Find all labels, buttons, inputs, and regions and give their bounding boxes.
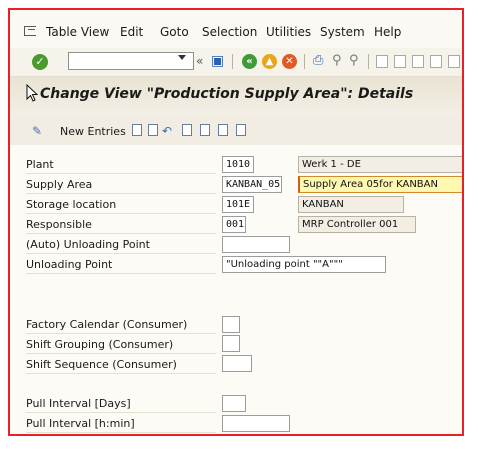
menu-selection[interactable]: Selection [202,24,257,40]
collapse-arrows-icon[interactable]: « [196,53,203,69]
plant-field[interactable]: 1010 [222,156,254,173]
title-bar: Change View "Production Supply Area": De… [10,77,462,115]
shift-sequence-label: Shift Sequence (Consumer) [26,357,216,374]
storage-location-label: Storage location [26,197,216,214]
select-all-icon[interactable] [218,124,228,136]
menu-utilities[interactable]: Utilities [266,24,311,40]
chevron-down-icon[interactable] [178,55,186,60]
cancel-icon[interactable]: ✕ [282,54,297,69]
factory-calendar-label: Factory Calendar (Consumer) [26,317,216,334]
find-icon[interactable]: ⚲ [332,53,342,69]
toolbar-separator [368,54,369,69]
new-session-icon[interactable] [448,55,460,68]
factory-calendar-field[interactable] [222,316,240,333]
next-entry-icon[interactable] [200,124,210,136]
menu-system[interactable]: System [320,24,365,40]
responsible-label: Responsible [26,217,216,234]
detail-form: Plant 1010 Werk 1 - DE Supply Area KANBA… [10,145,462,434]
pull-interval-hmin-field[interactable] [222,415,290,432]
system-menu-icon[interactable] [24,26,36,36]
storage-location-field[interactable]: 101E [222,196,254,213]
pull-interval-days-label: Pull Interval [Days] [26,396,216,413]
enter-icon[interactable]: ✓ [32,54,48,70]
storage-location-description: KANBAN [298,196,404,213]
page-title: Change View "Production Supply Area": De… [40,86,414,102]
responsible-field[interactable]: 001 [222,216,246,233]
undo-change-icon[interactable]: ↶ [162,123,172,139]
unloading-point-label: Unloading Point [26,257,216,274]
menu-help[interactable]: Help [374,24,401,40]
responsible-description: MRP Controller 001 [298,216,416,233]
supply-area-field[interactable]: KANBAN_05 [222,176,282,193]
pull-interval-hmin-label: Pull Interval [h:min] [26,416,216,433]
toolbar-separator [232,54,233,69]
save-icon[interactable]: ▣ [211,53,224,69]
menu-edit[interactable]: Edit [120,24,143,40]
find-next-icon[interactable]: ⚲ [349,53,359,69]
new-entries-button[interactable]: New Entries [60,125,126,138]
standard-toolbar: ✓ « ▣ « ▲ ✕ ⎙ ⚲ ⚲ [10,48,462,77]
shift-sequence-field[interactable] [222,355,252,372]
last-page-icon[interactable] [430,55,442,68]
print-icon[interactable]: ⎙ [313,53,323,69]
back-icon[interactable]: « [242,54,257,69]
auto-unloading-point-field[interactable] [222,236,290,253]
exit-icon[interactable]: ▲ [262,54,277,69]
menu-table-view[interactable]: Table View [46,24,109,40]
shift-grouping-label: Shift Grouping (Consumer) [26,337,216,354]
unloading-point-field[interactable]: "Unloading point ""A""" [222,256,386,273]
copy-as-icon[interactable] [132,124,142,136]
window-frame: Table View Edit Goto Selection Utilities… [8,8,464,436]
menu-bar: Table View Edit Goto Selection Utilities… [10,10,462,48]
toolbar-separator [304,54,305,69]
new-entries-icon[interactable]: ✎ [32,124,42,138]
auto-unloading-point-label: (Auto) Unloading Point [26,237,216,254]
first-page-icon[interactable] [376,55,388,68]
supply-area-description-field[interactable]: Supply Area 05for KANBAN [298,176,462,193]
previous-page-icon[interactable] [394,55,406,68]
plant-label: Plant [26,157,216,174]
next-page-icon[interactable] [412,55,424,68]
shift-grouping-field[interactable] [222,335,240,352]
pull-interval-days-field[interactable] [222,395,246,412]
deselect-all-icon[interactable] [236,124,246,136]
plant-description: Werk 1 - DE [298,156,462,173]
supply-area-label: Supply Area [26,177,216,194]
application-toolbar: ✎ New Entries ↶ [10,115,462,146]
delete-icon[interactable] [148,124,158,136]
menu-goto[interactable]: Goto [160,24,189,40]
command-field[interactable] [68,52,194,70]
previous-entry-icon[interactable] [182,124,192,136]
